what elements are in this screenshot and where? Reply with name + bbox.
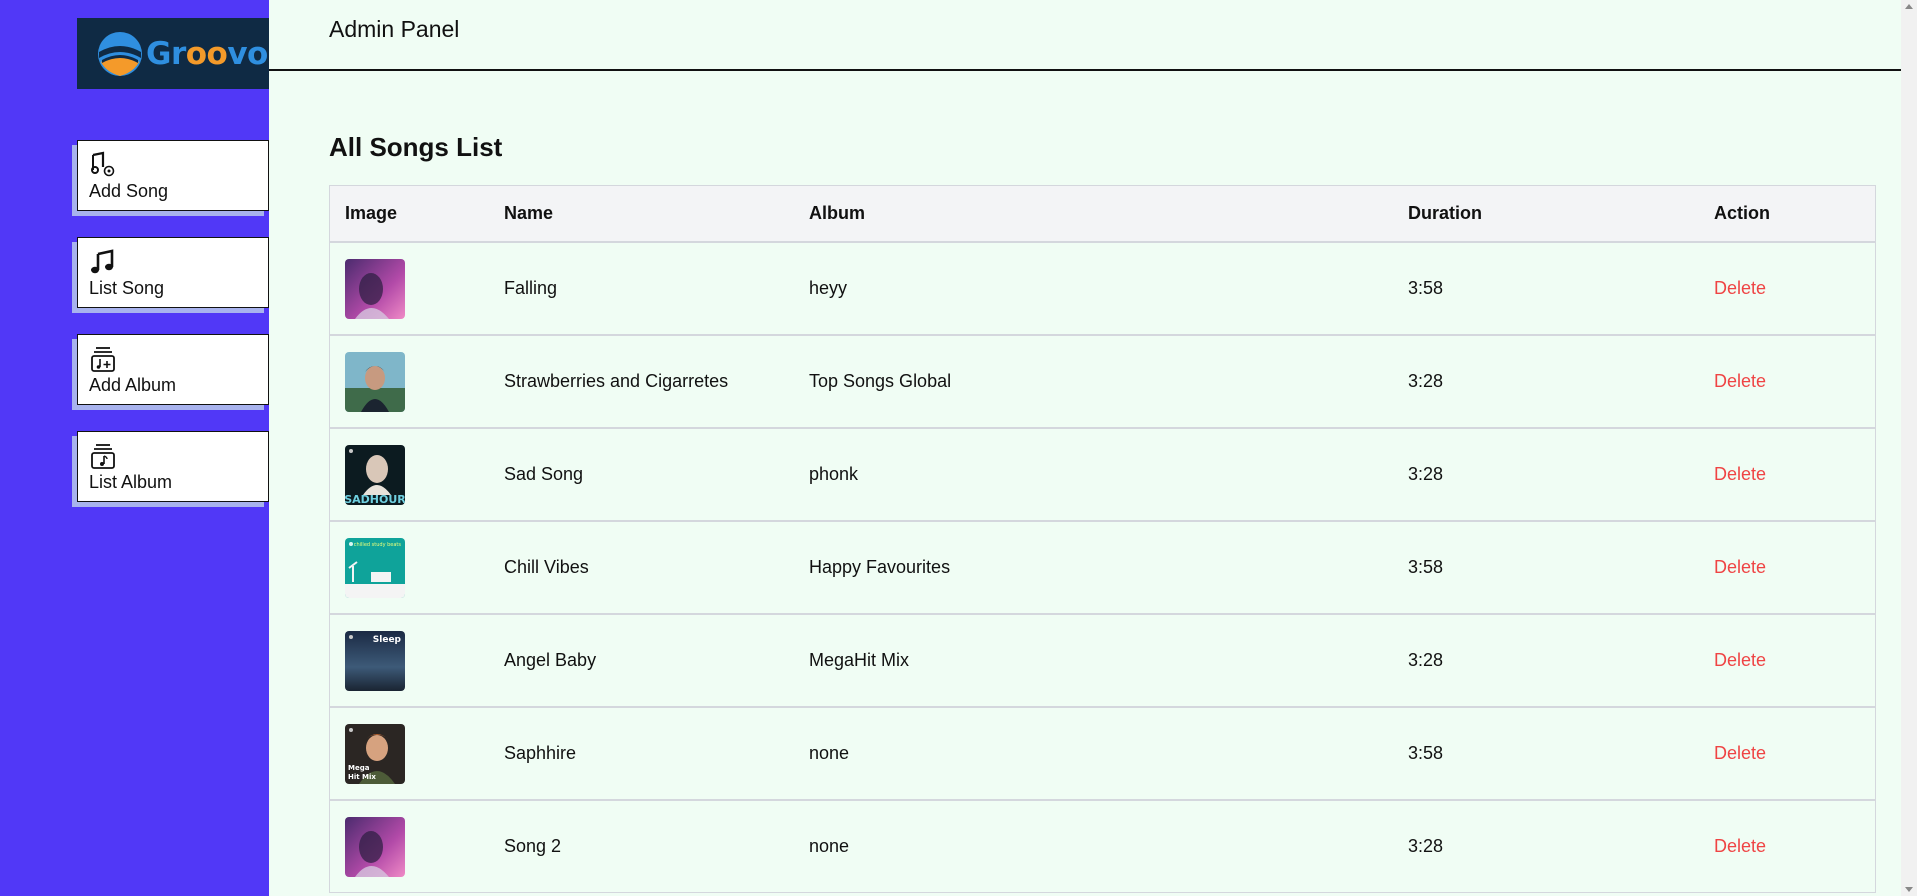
scroll-up-icon[interactable]	[1905, 4, 1913, 9]
svg-text:chilled study beats: chilled study beats	[354, 542, 402, 548]
column-header-image: Image	[345, 203, 398, 223]
sidebar-item-label: List Song	[89, 278, 165, 298]
add-album-icon	[91, 347, 115, 372]
song-cover-image: Sleep	[345, 630, 405, 691]
song-duration: 3:58	[1408, 278, 1444, 298]
sidebar-item-add-song[interactable]: Add Song	[77, 140, 269, 211]
vertical-scrollbar[interactable]	[1901, 0, 1917, 896]
song-duration: 3:58	[1408, 557, 1444, 577]
delete-button[interactable]: Delete	[1714, 615, 1766, 706]
top-bar: Admin Panel	[269, 0, 1901, 71]
groovo-logo[interactable]: Groovo	[77, 18, 269, 89]
main-content: Admin Panel All Songs List Image Name Al…	[269, 0, 1901, 896]
song-name: Falling	[504, 278, 558, 298]
groovo-logo-text: Groovo	[146, 35, 268, 72]
table-row: Strawberries and Cigarretes Top Songs Gl…	[330, 334, 1875, 427]
table-row: chilled study beats Chill Vibes Happy Fa…	[330, 520, 1875, 613]
table-header-row: Image Name Album Duration Action	[330, 186, 1875, 241]
delete-button[interactable]: Delete	[1714, 708, 1766, 799]
song-cover-image: Mega Hit Mix	[345, 723, 405, 784]
songs-table: Image Name Album Duration Action Falling…	[329, 185, 1876, 893]
song-cover-image	[345, 258, 405, 319]
page-header-title: Admin Panel	[329, 16, 460, 42]
groovo-logo-icon	[98, 31, 142, 76]
delete-button[interactable]: Delete	[1714, 336, 1766, 427]
svg-text:Sleep: Sleep	[373, 635, 402, 645]
song-album: Happy Favourites	[809, 557, 951, 577]
delete-button[interactable]: Delete	[1714, 801, 1766, 892]
sidebar-item-label: List Album	[89, 472, 173, 492]
table-row: Song 2 none 3:28 Delete	[330, 799, 1875, 892]
table-row: Sleep Angel Baby MegaHit Mix 3:28 Delete	[330, 613, 1875, 706]
song-cover-image	[345, 816, 405, 877]
svg-text:SADHOUR: SADHOUR	[345, 493, 405, 505]
song-cover-image: chilled study beats	[345, 537, 405, 598]
song-duration: 3:28	[1408, 371, 1444, 391]
table-row: SADHOUR Sad Song phonk 3:28 Delete	[330, 427, 1875, 520]
sidebar-item-list-song[interactable]: List Song	[77, 237, 269, 308]
song-duration: 3:28	[1408, 650, 1444, 670]
page-title: All Songs List	[329, 132, 503, 162]
song-album: none	[809, 836, 850, 856]
sidebar-item-list-album[interactable]: List Album	[77, 431, 269, 502]
song-duration: 3:28	[1408, 836, 1444, 856]
delete-button[interactable]: Delete	[1714, 429, 1766, 520]
song-album: phonk	[809, 464, 859, 484]
svg-text:Hit Mix: Hit Mix	[348, 773, 376, 781]
column-header-name: Name	[504, 203, 554, 223]
song-name: Sad Song	[504, 464, 584, 484]
song-cover-image	[345, 351, 405, 412]
sidebar-item-add-album[interactable]: Add Album	[77, 334, 269, 405]
song-cover-image: SADHOUR	[345, 444, 405, 505]
column-header-album: Album	[809, 203, 865, 223]
music-note-icon	[91, 249, 114, 274]
song-album: Top Songs Global	[809, 371, 952, 391]
album-icon	[91, 444, 115, 469]
song-name: Chill Vibes	[504, 557, 589, 577]
song-name: Saphhire	[504, 743, 577, 763]
song-album: heyy	[809, 278, 848, 298]
sidebar-item-label: Add Album	[89, 375, 177, 395]
song-name: Strawberries and Cigarretes	[504, 371, 729, 391]
song-album: none	[809, 743, 850, 763]
scroll-down-icon[interactable]	[1905, 887, 1913, 892]
column-header-duration: Duration	[1408, 203, 1482, 223]
song-name: Angel Baby	[504, 650, 597, 670]
song-duration: 3:28	[1408, 464, 1444, 484]
column-header-action: Action	[1714, 203, 1770, 223]
svg-text:Mega: Mega	[348, 764, 370, 772]
song-duration: 3:58	[1408, 743, 1444, 763]
song-album: MegaHit Mix	[809, 650, 910, 670]
table-row: Falling heyy 3:58 Delete	[330, 241, 1875, 334]
song-name: Song 2	[504, 836, 562, 856]
sidebar-item-label: Add Song	[89, 181, 169, 201]
sidebar: Groovo Add Song List Song Add Album List…	[0, 0, 269, 896]
table-row: Mega Hit Mix Saphhire none 3:58 Delete	[330, 706, 1875, 799]
delete-button[interactable]: Delete	[1714, 522, 1766, 613]
add-song-icon	[91, 151, 115, 177]
delete-button[interactable]: Delete	[1714, 243, 1766, 334]
